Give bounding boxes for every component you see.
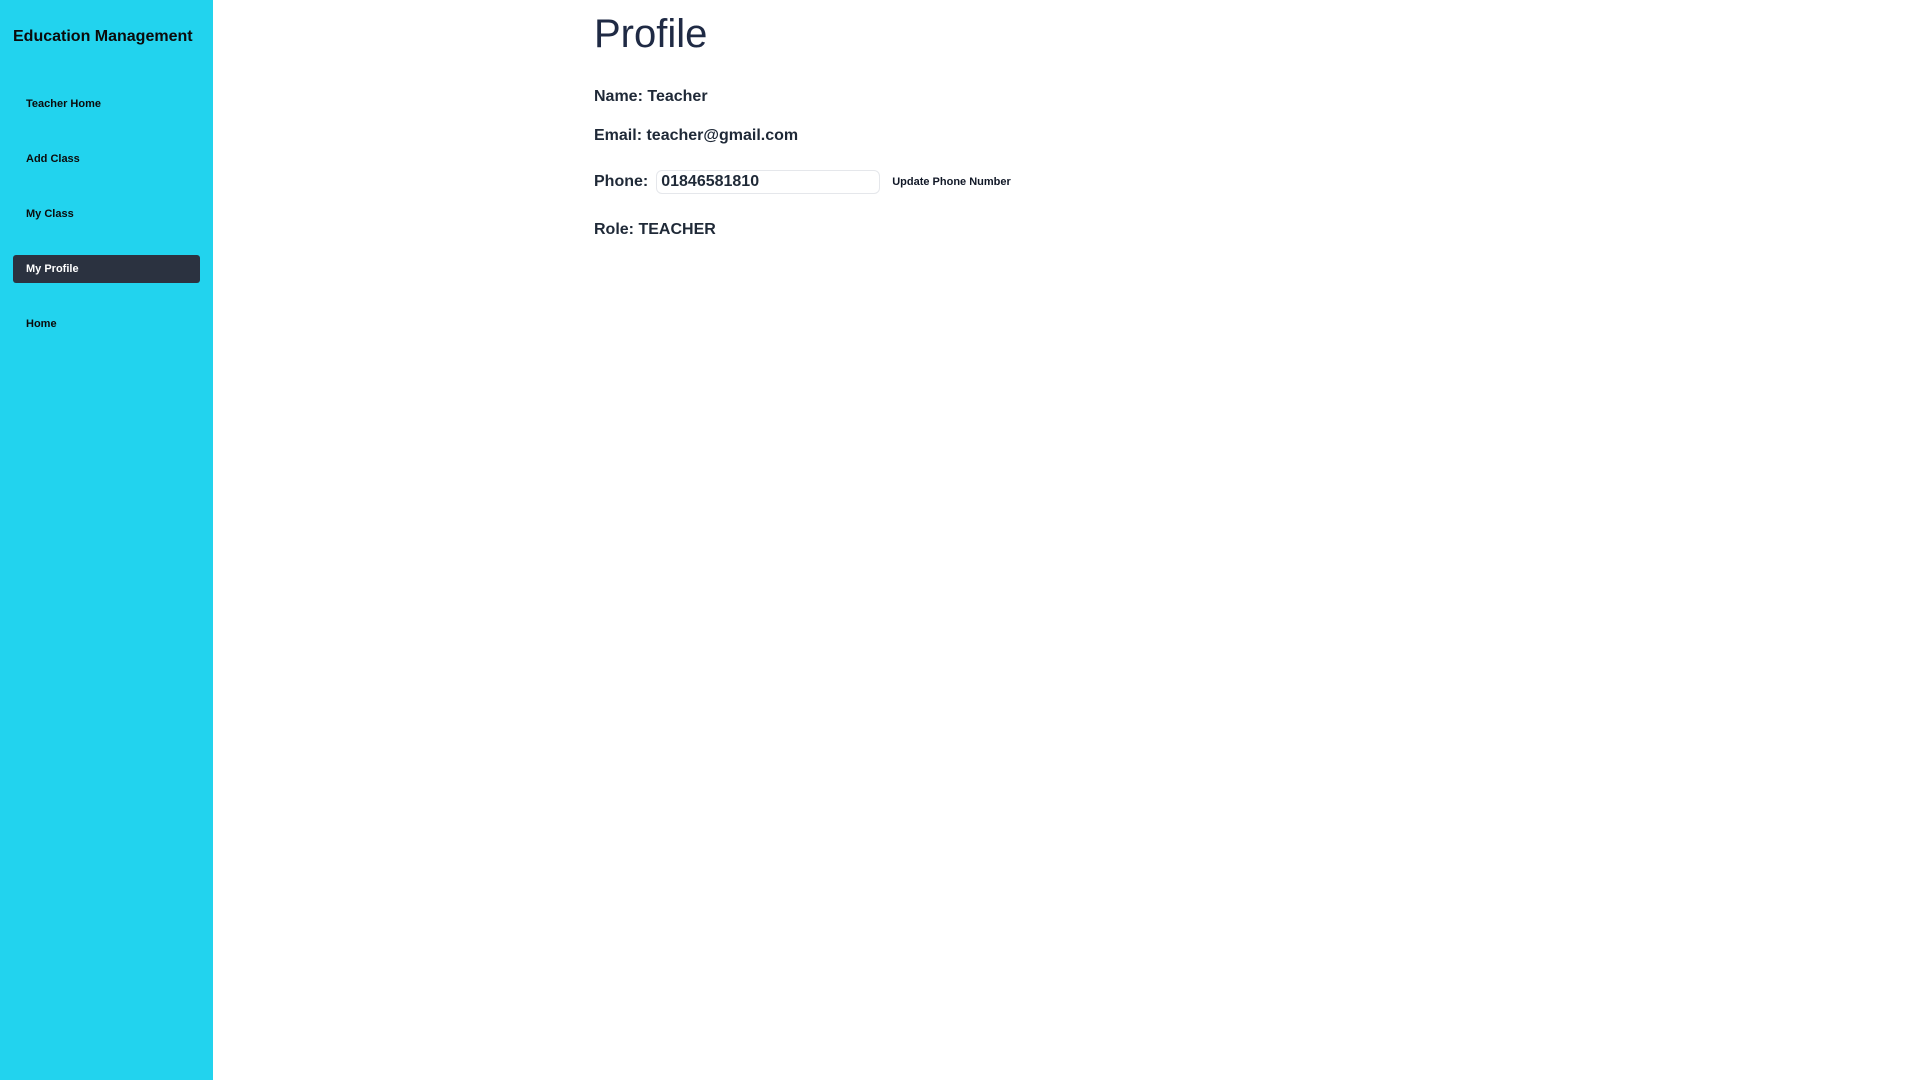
email-label: Email: — [594, 127, 643, 144]
sidebar-item-add-class[interactable]: Add Class — [13, 145, 200, 173]
sidebar-item-my-class[interactable]: My Class — [13, 200, 200, 228]
update-phone-button[interactable]: Update Phone Number — [892, 176, 1011, 188]
phone-input[interactable] — [656, 170, 881, 194]
phone-label: Phone: — [594, 173, 649, 190]
role-label: Role: — [594, 221, 634, 238]
email-row: Email: teacher@gmail.com — [594, 127, 798, 145]
email-value: teacher@gmail.com — [646, 127, 799, 144]
name-value: Teacher — [647, 88, 708, 105]
sidebar: Education Management Teacher Home Add Cl… — [0, 0, 213, 1080]
sidebar-item-my-profile[interactable]: My Profile — [13, 255, 200, 283]
app-brand-title: Education Management — [13, 28, 193, 45]
phone-row: Phone: Update Phone Number — [594, 170, 1011, 194]
sidebar-item-home[interactable]: Home — [13, 310, 200, 338]
name-label: Name: — [594, 88, 643, 105]
name-row: Name: Teacher — [594, 88, 708, 106]
sidebar-nav: Teacher Home Add Class My Class My Profi… — [13, 90, 200, 365]
sidebar-item-teacher-home[interactable]: Teacher Home — [13, 90, 200, 118]
role-value: TEACHER — [638, 221, 716, 238]
page-title: Profile — [594, 12, 708, 56]
role-row: Role: TEACHER — [594, 221, 716, 239]
